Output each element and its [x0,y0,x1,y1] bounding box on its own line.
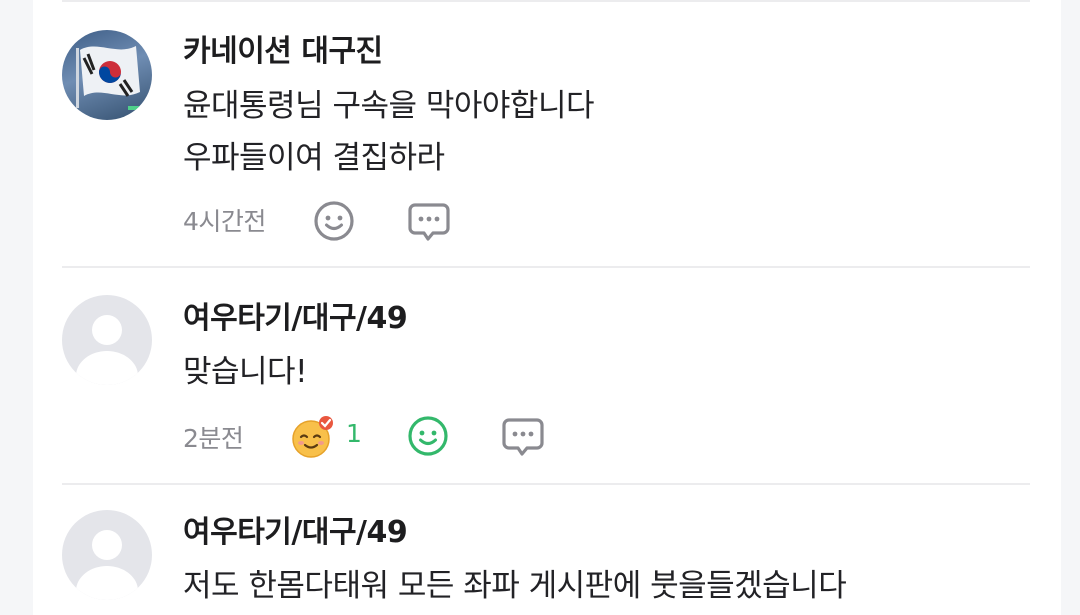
avatar[interactable] [62,295,152,385]
avatar[interactable] [62,510,152,600]
comment-text-line: 맞습니다! [183,354,308,390]
default-avatar-body-icon [76,566,138,600]
divider [62,266,1030,268]
avatar[interactable] [62,30,152,120]
speech-bubble-icon [502,418,544,456]
default-avatar-body-icon [76,351,138,385]
default-avatar-head-icon [92,530,122,560]
comment-timestamp: 2분전 [183,424,244,453]
flag-avatar-image [76,46,142,110]
smiley-icon [314,201,354,241]
comment-author[interactable]: 카네이션 대구진 [183,26,383,70]
comment-text-line: 윤대통령님 구속을 막아야합니다 [183,88,595,124]
reaction-count: 1 [346,419,362,448]
speech-bubble-icon [408,203,450,241]
react-button[interactable] [406,414,450,458]
comment-timestamp: 4시간전 [183,207,266,236]
comment-author[interactable]: 여우타기/대구/49 [183,293,408,337]
divider [62,483,1030,485]
comment-author[interactable]: 여우타기/대구/49 [183,507,408,551]
comment-text-line: 저도 한몸다태워 모든 좌파 게시판에 붓을들겠습니다 [183,568,847,604]
divider [62,0,1030,2]
reply-button[interactable] [407,199,451,243]
reaction-sticker[interactable] [289,413,337,461]
react-button[interactable] [312,199,356,243]
default-avatar-head-icon [92,315,122,345]
smiley-icon [408,416,448,456]
comment-text-line: 우파들이여 결집하라 [183,140,445,176]
ok-emoji-sticker [292,416,333,458]
comment-thread-page: 카네이션 대구진 윤대통령님 구속을 막아야합니다 우파들이여 결집하라 4시간… [0,0,1080,615]
reply-button[interactable] [501,414,545,458]
